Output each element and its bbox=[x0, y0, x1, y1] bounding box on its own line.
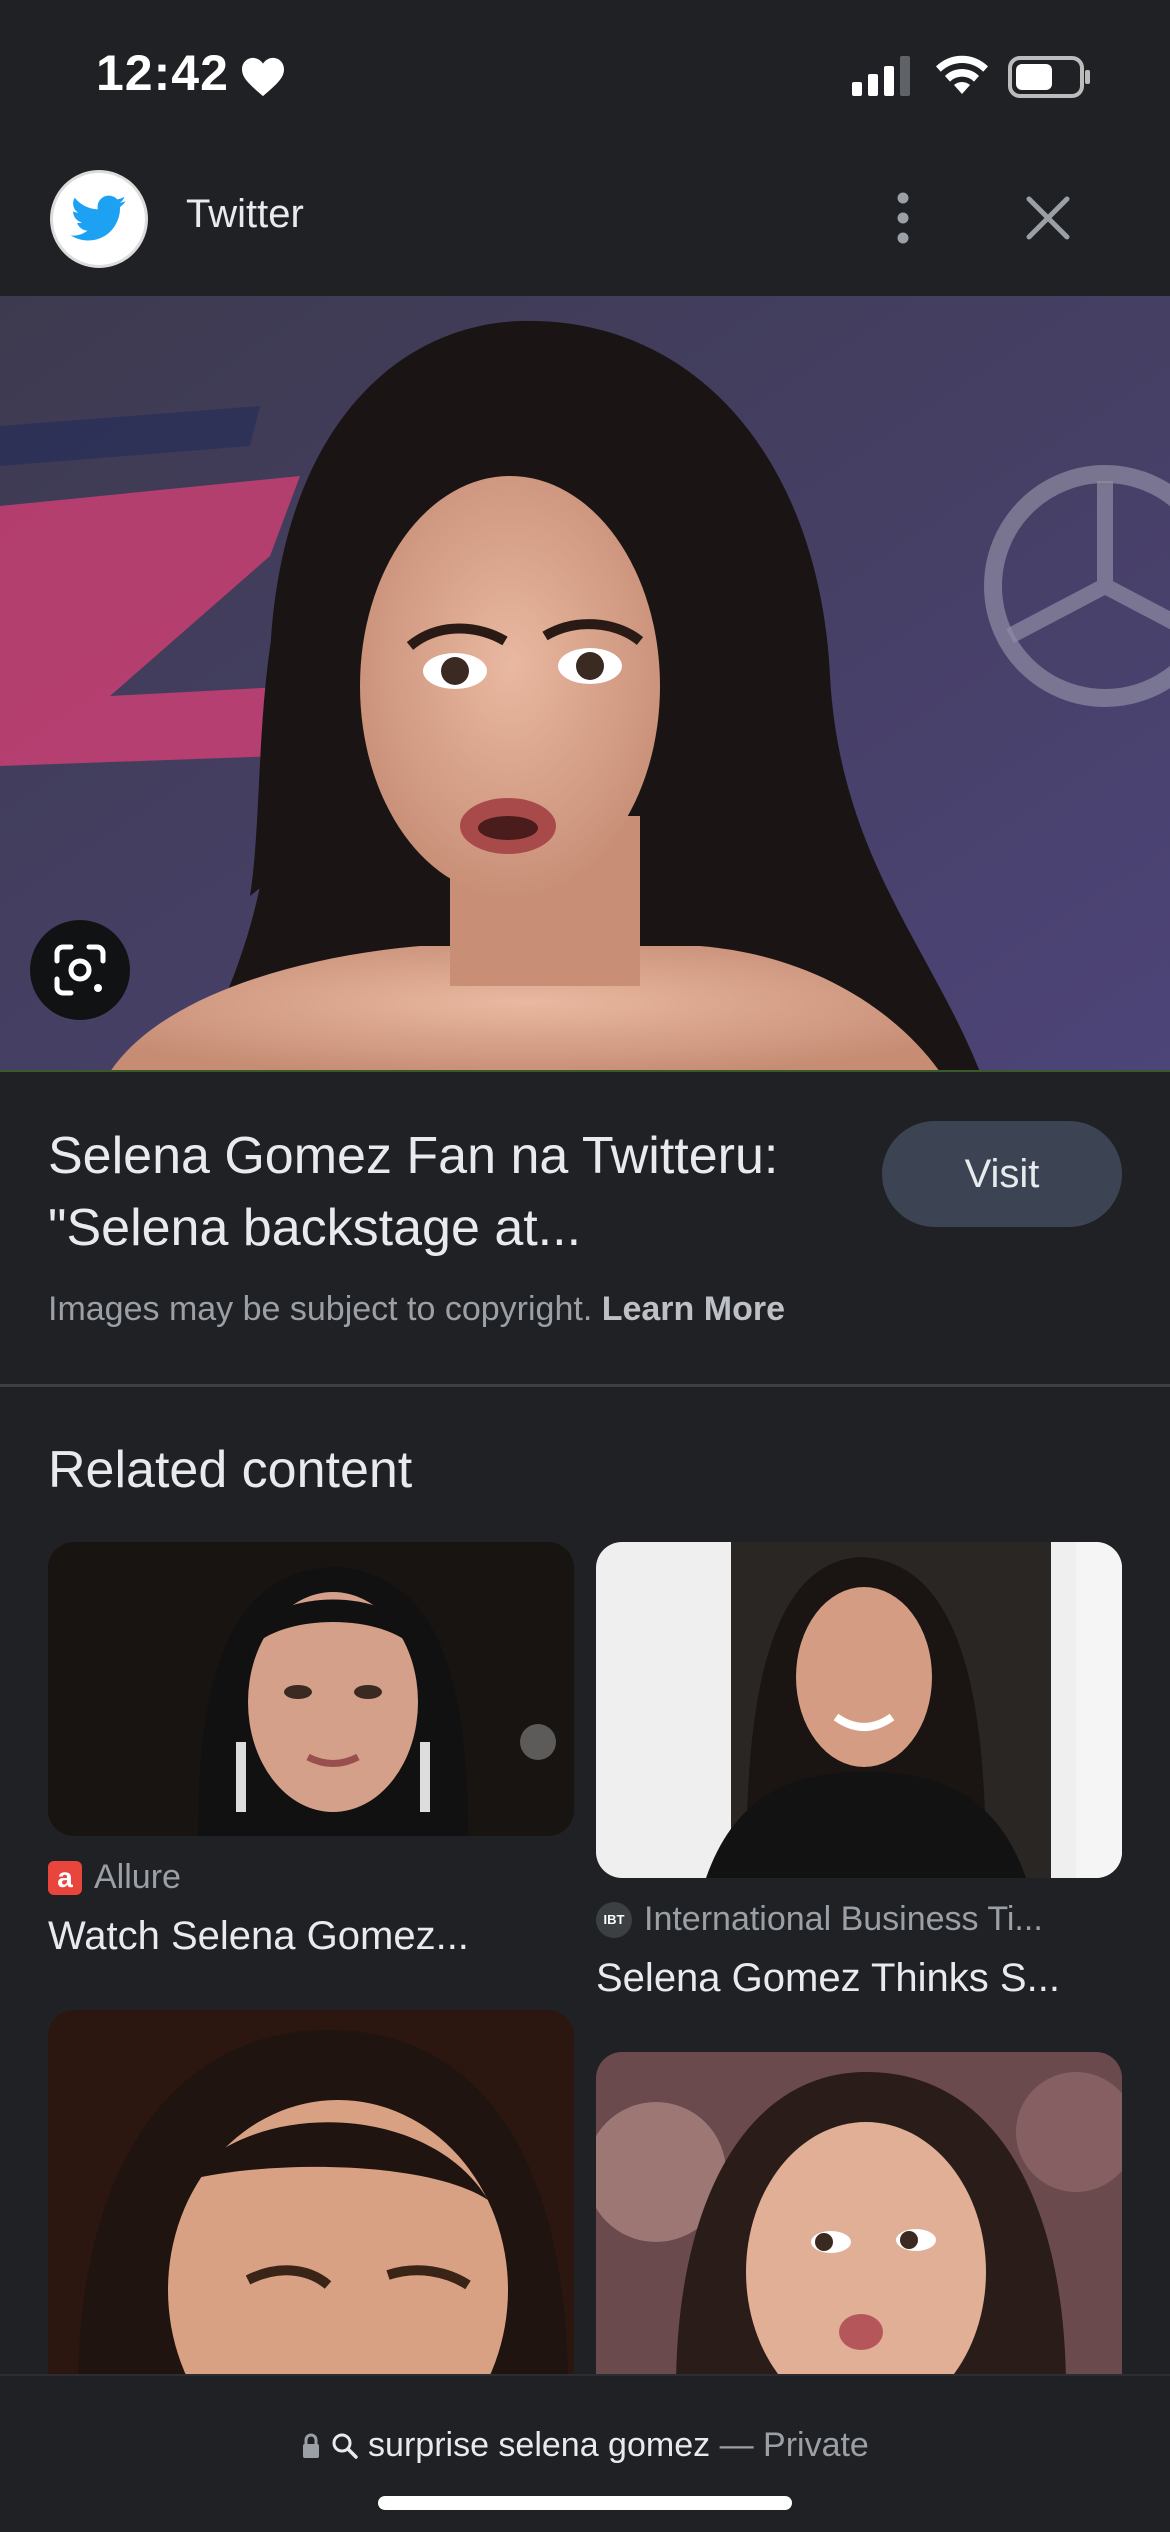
home-indicator[interactable] bbox=[378, 2496, 792, 2510]
browsing-mode: Private bbox=[763, 2426, 869, 2464]
lock-icon bbox=[303, 2433, 320, 2458]
main-image[interactable] bbox=[0, 296, 1170, 1072]
search-icon bbox=[332, 2433, 358, 2459]
cellular-signal-icon bbox=[852, 56, 910, 96]
image-viewer-header: Twitter bbox=[0, 160, 1170, 296]
wifi-icon bbox=[936, 55, 988, 94]
bottom-url-bar[interactable]: surprise selena gomez — Private bbox=[0, 2374, 1170, 2532]
source-name[interactable]: Twitter bbox=[186, 192, 304, 237]
related-card-source: a Allure bbox=[48, 1858, 181, 1897]
source-label: International Business Ti... bbox=[644, 1900, 1043, 1938]
close-icon[interactable] bbox=[1016, 186, 1080, 250]
copyright-notice: Images may be subject to copyright. Lear… bbox=[48, 1290, 785, 1329]
url-row[interactable]: surprise selena gomez — Private bbox=[0, 2426, 1170, 2465]
separator: — bbox=[719, 2426, 754, 2464]
battery-icon bbox=[1008, 56, 1090, 98]
learn-more-link[interactable]: Learn More bbox=[602, 1290, 785, 1328]
vertical-dots-icon[interactable] bbox=[876, 186, 930, 250]
visit-button[interactable]: Visit bbox=[882, 1121, 1122, 1227]
heart-icon bbox=[242, 57, 284, 97]
result-title[interactable]: Selena Gomez Fan na Twitteru: "Selena ba… bbox=[48, 1120, 838, 1264]
status-bar: 12:42 bbox=[0, 0, 1170, 150]
allure-logo-icon: a bbox=[48, 1860, 82, 1895]
related-card-image[interactable] bbox=[596, 2052, 1122, 2390]
related-content-heading: Related content bbox=[48, 1441, 413, 1499]
divider bbox=[0, 1384, 1170, 1387]
source-avatar[interactable] bbox=[50, 170, 148, 268]
search-query: surprise selena gomez bbox=[368, 2426, 711, 2464]
related-card-image[interactable] bbox=[48, 2010, 574, 2390]
ibt-logo-icon: IBT bbox=[596, 1901, 632, 1938]
related-card-title[interactable]: Selena Gomez Thinks S... bbox=[596, 1956, 1060, 2001]
related-card-image[interactable] bbox=[48, 1542, 574, 1836]
source-label: Allure bbox=[94, 1858, 181, 1896]
status-time: 12:42 bbox=[96, 45, 229, 101]
main-image-photo bbox=[0, 296, 1170, 1070]
related-card-title[interactable]: Watch Selena Gomez... bbox=[48, 1914, 469, 1959]
copyright-text: Images may be subject to copyright. bbox=[48, 1290, 593, 1328]
related-card-image[interactable] bbox=[596, 1542, 1122, 1878]
twitter-bird-icon bbox=[71, 195, 127, 241]
google-lens-button[interactable] bbox=[30, 920, 130, 1020]
related-card-source: IBT International Business Ti... bbox=[596, 1900, 1043, 1939]
google-lens-icon bbox=[54, 944, 106, 996]
